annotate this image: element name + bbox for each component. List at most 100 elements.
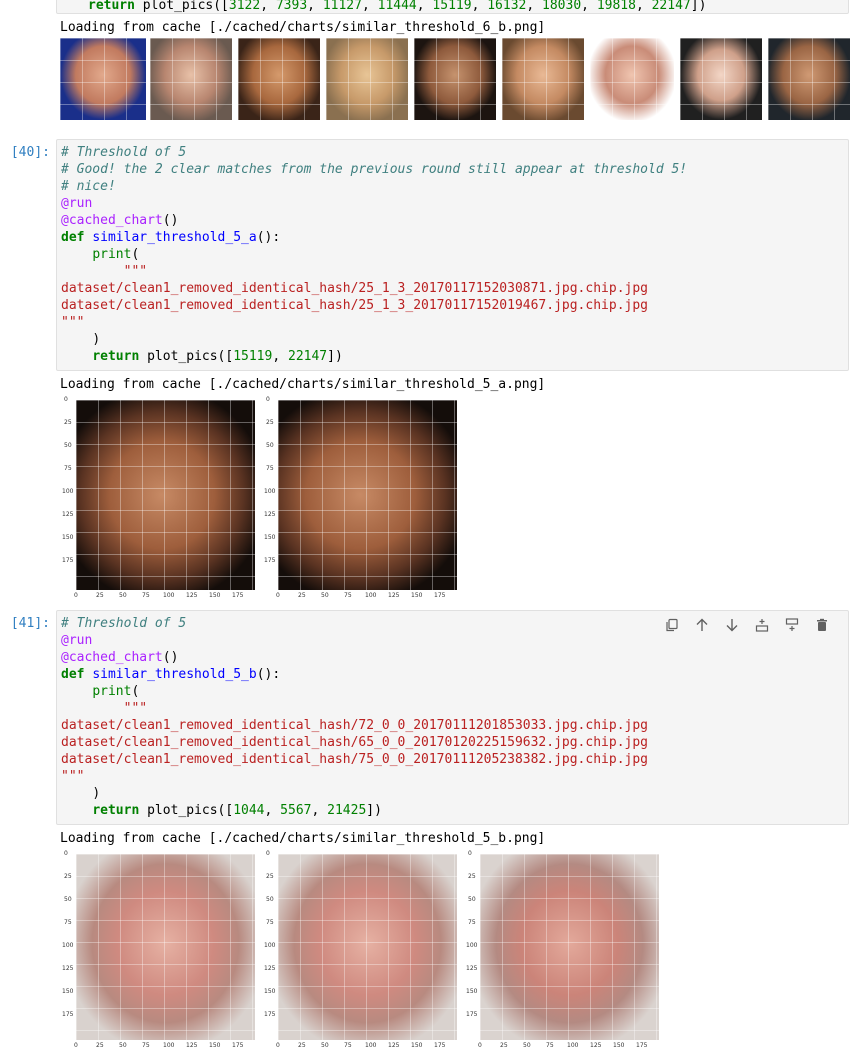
code-comment: # Threshold of 5 (61, 616, 187, 631)
y-axis-ticks: 0 25 50 75 100 125 150 175 (264, 396, 276, 586)
call-text: plot_pics([ (139, 349, 234, 364)
decorator: @cached_chart (61, 650, 163, 665)
tick-label: 75 (64, 465, 72, 472)
sep: , (260, 0, 276, 13)
paren: () (162, 650, 179, 665)
insert-above-icon[interactable] (754, 617, 770, 633)
x-axis-ticks: 0 25 50 75 100 125 150 175 (74, 592, 264, 602)
output-image: 0 25 50 75 100 125 150 175 0 25 50 75 10… (60, 850, 670, 1050)
tick-label: 25 (64, 873, 72, 880)
tick-label: 150 (209, 1042, 221, 1049)
face-thumbnail (238, 38, 320, 120)
move-down-icon[interactable] (724, 617, 740, 633)
string-path: dataset/clean1_removed_identical_hash/25… (61, 298, 648, 313)
sep: , (264, 803, 281, 818)
number: 3122 (228, 0, 261, 13)
tick-label: 50 (321, 592, 329, 599)
face-image (76, 854, 255, 1040)
tick-label: 75 (344, 1042, 352, 1049)
tick-label: 0 (478, 1042, 482, 1049)
code-comment: # Good! the 2 clear matches from the pre… (61, 162, 688, 177)
tick-label: 100 (163, 592, 175, 599)
cell-toolbar (664, 617, 830, 633)
tick-label: 150 (264, 988, 276, 995)
paren: () (162, 213, 179, 228)
decorator: @run (61, 196, 93, 211)
tick-label: 100 (264, 942, 276, 949)
tick-label: 175 (264, 1011, 276, 1018)
string-path: dataset/clean1_removed_identical_hash/75… (61, 752, 648, 767)
tick-label: 150 (209, 592, 221, 599)
call-end: ]) (327, 349, 343, 364)
output-text: Loading from cache [./cached/charts/simi… (60, 831, 546, 846)
number: 1044 (233, 803, 265, 818)
paren: ( (131, 684, 140, 699)
tick-label: 100 (163, 1042, 175, 1049)
tick-label: 75 (142, 1042, 150, 1049)
tick-label: 125 (62, 511, 74, 518)
y-axis-ticks: 0 25 50 75 100 125 150 175 (62, 396, 74, 586)
sep: , (471, 0, 488, 13)
code-input[interactable]: # Threshold of 5 @run @cached_chart() de… (56, 610, 849, 825)
x-axis-ticks: 0 25 50 75 100 125 150 175 (478, 1042, 668, 1052)
output-text: Loading from cache [./cached/charts/simi… (60, 377, 546, 392)
tick-label: 0 (74, 1042, 78, 1049)
number: 22147 (651, 0, 691, 13)
tick-label: 100 (264, 488, 276, 495)
tick-label: 50 (64, 896, 72, 903)
face-thumbnail (590, 38, 674, 120)
code-input[interactable]: # Threshold of 5 # Good! the 2 clear mat… (56, 139, 849, 371)
tick-label: 175 (466, 1011, 478, 1018)
y-axis-ticks: 0 25 50 75 100 125 150 175 (62, 850, 74, 1040)
call-text: plot_pics([ (134, 0, 229, 13)
number: 11127 (322, 0, 362, 13)
tick-label: 150 (264, 534, 276, 541)
print-builtin: print (92, 684, 132, 699)
tick-label: 125 (466, 965, 478, 972)
tick-label: 125 (388, 1042, 400, 1049)
tick-label: 150 (613, 1042, 625, 1049)
tick-label: 125 (590, 1042, 602, 1049)
sep: , (416, 0, 433, 13)
number: 15119 (233, 349, 273, 364)
call-end: ]) (366, 803, 382, 818)
move-up-icon[interactable] (694, 617, 710, 633)
sep: , (635, 0, 652, 13)
tick-label: 175 (434, 1042, 446, 1049)
delete-icon[interactable] (814, 617, 830, 633)
face-thumbnail (768, 38, 850, 120)
def-keyword: def (61, 230, 85, 245)
tick-label: 75 (344, 592, 352, 599)
face-thumbnail (502, 38, 584, 120)
tick-label: 75 (266, 919, 274, 926)
tick-label: 50 (119, 592, 127, 599)
tick-label: 100 (365, 592, 377, 599)
tick-label: 25 (266, 873, 274, 880)
number: 19818 (596, 0, 636, 13)
y-axis-ticks: 0 25 50 75 100 125 150 175 (264, 850, 276, 1040)
decorator: @run (61, 633, 93, 648)
tick-label: 25 (96, 592, 104, 599)
tick-label: 25 (500, 1042, 508, 1049)
call-text: plot_pics([ (139, 803, 234, 818)
function-name: similar_threshold_5_a (92, 230, 257, 245)
tick-label: 50 (266, 442, 274, 449)
tick-label: 50 (119, 1042, 127, 1049)
tick-label: 125 (388, 592, 400, 599)
tick-label: 125 (186, 592, 198, 599)
number: 15119 (432, 0, 472, 13)
string-path: dataset/clean1_removed_identical_hash/25… (61, 281, 648, 296)
duplicate-icon[interactable] (664, 617, 680, 633)
insert-below-icon[interactable] (784, 617, 800, 633)
face-thumbnail (680, 38, 762, 120)
x-axis-ticks: 0 25 50 75 100 125 150 175 (74, 1042, 264, 1052)
call-end: ]) (690, 0, 707, 13)
paren: ( (131, 247, 140, 262)
code-input[interactable]: return plot_pics([3122, 7393, 11127, 114… (56, 0, 849, 14)
tick-label: 100 (62, 488, 74, 495)
tick-label: 0 (266, 396, 270, 403)
tick-label: 0 (276, 592, 280, 599)
tick-label: 25 (298, 592, 306, 599)
tick-label: 150 (62, 534, 74, 541)
face-image (480, 854, 659, 1040)
